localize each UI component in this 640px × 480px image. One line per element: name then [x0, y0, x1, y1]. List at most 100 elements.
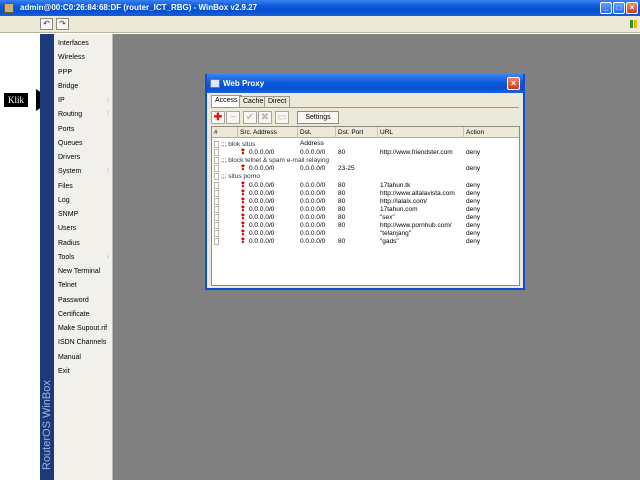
sidebar-item-label: New Terminal: [58, 268, 101, 275]
sidebar-item-routing[interactable]: Routing ⁝: [54, 108, 113, 122]
sidebar-item-radius[interactable]: Radius: [54, 237, 113, 251]
klik-annotation: Klik: [4, 93, 29, 107]
row-checkbox[interactable]: [214, 197, 219, 205]
sidebar-item-make-supout-rif[interactable]: Make Supout.rif: [54, 322, 113, 336]
web-proxy-title-bar[interactable]: Web Proxy ×: [207, 74, 523, 93]
cell-dst-port: 80: [338, 238, 346, 246]
enable-icon[interactable]: ✔: [243, 111, 257, 124]
sidebar-item-bridge[interactable]: Bridge: [54, 80, 113, 94]
row-checkbox[interactable]: [214, 238, 219, 246]
col-url[interactable]: URL: [378, 127, 464, 138]
sidebar-item-label: Manual: [58, 353, 81, 361]
sidebar-item-label: Certificate: [58, 310, 90, 318]
sidebar-item-label: Exit: [58, 367, 70, 375]
row-checkbox[interactable]: [214, 157, 219, 165]
row-checkbox[interactable]: [214, 181, 219, 189]
close-icon[interactable]: ×: [507, 77, 520, 90]
tab-direct[interactable]: Direct: [264, 96, 291, 107]
row-checkbox[interactable]: [214, 141, 219, 148]
minimize-button[interactable]: _: [600, 2, 612, 14]
col-dst-address[interactable]: Dst. Address: [298, 127, 336, 147]
remove-icon[interactable]: −: [226, 111, 240, 124]
winbox-app-icon: [4, 3, 14, 13]
sidebar-item-interfaces[interactable]: Interfaces: [54, 37, 113, 51]
sidebar-item-wireless[interactable]: Wireless: [54, 51, 113, 65]
sidebar-item-label: Queues: [58, 139, 83, 147]
main-toolbar: ↶ ↷: [0, 16, 640, 33]
cell-action: deny: [466, 238, 481, 246]
sidebar-item-drivers[interactable]: Drivers: [54, 151, 113, 165]
sidebar-item-label: Drivers: [58, 154, 81, 161]
sidebar-item-tools[interactable]: Tools ⁝: [54, 251, 113, 265]
sidebar-item-queues[interactable]: Queues: [54, 137, 113, 151]
sidebar-item-certificate[interactable]: Certificate: [54, 308, 113, 322]
sidebar-item-label: Radius: [58, 239, 80, 247]
sidebar-item-log[interactable]: Log: [54, 194, 113, 208]
submenu-arrow-icon: ⁝: [106, 253, 109, 261]
disable-icon[interactable]: ✖: [258, 111, 272, 124]
sidebar-item-ip[interactable]: IP ⁝: [54, 94, 113, 108]
sidebar-item-ports[interactable]: Ports: [54, 123, 113, 137]
row-checkbox[interactable]: [214, 165, 219, 173]
connection-status-icon: [629, 20, 637, 30]
row-checkbox[interactable]: [214, 213, 219, 221]
undo-icon[interactable]: ↶: [40, 18, 53, 30]
sidebar-item-isdn-channels[interactable]: ISDN Channels: [54, 336, 113, 350]
web-proxy-title: Web Proxy: [223, 79, 265, 88]
access-rules-table: # Src. Address Dst. Address Dst. Port UR…: [211, 126, 520, 286]
col-action[interactable]: Action: [464, 127, 519, 138]
sidebar-item-label: IP: [58, 97, 65, 104]
col-dst-port[interactable]: Dst. Port: [336, 127, 378, 138]
redo-icon[interactable]: ↷: [56, 18, 69, 30]
add-icon[interactable]: ✚: [211, 111, 225, 124]
brand-label: RouterOS WinBox: [41, 380, 53, 470]
sidebar-item-system[interactable]: System ⁝: [54, 165, 113, 179]
table-row[interactable]: ❢ 0.0.0.0/0 0.0.0.0/0 80 "gads" deny: [212, 237, 519, 246]
sidebar-item-label: Interfaces: [58, 40, 89, 47]
sidebar-item-ppp[interactable]: PPP: [54, 66, 113, 80]
tab-cache[interactable]: Cache: [239, 96, 268, 107]
sidebar-item-label: Tools: [58, 253, 75, 261]
window-icon: [210, 79, 220, 88]
tab-divider: [211, 107, 519, 108]
row-checkbox[interactable]: [214, 189, 219, 197]
cell-url: "gads": [380, 238, 399, 246]
row-checkbox[interactable]: [214, 230, 219, 238]
web-proxy-window: Web Proxy × Access Cache Direct ✚ − ✔ ✖ …: [205, 74, 525, 290]
sidebar-item-users[interactable]: Users: [54, 222, 113, 236]
sidebar-item-label: Password: [58, 296, 89, 304]
sidebar-item-label: Wireless: [58, 54, 85, 62]
cell-src-address: 0.0.0.0/0: [249, 238, 275, 246]
maximize-button[interactable]: □: [613, 2, 625, 14]
sidebar-item-label: Ports: [58, 125, 75, 133]
settings-button[interactable]: Settings: [297, 111, 339, 124]
sidebar-item-exit[interactable]: Exit: [54, 365, 113, 379]
row-checkbox[interactable]: [214, 205, 219, 213]
sidebar-item-label: PPP: [58, 68, 73, 76]
sidebar-item-label: ISDN Channels: [58, 339, 107, 347]
sidebar-item-label: Telnet: [58, 282, 77, 290]
row-checkbox[interactable]: [214, 149, 219, 157]
rule-marker-icon: ❢: [240, 238, 246, 246]
comment-icon[interactable]: ▭: [275, 111, 289, 124]
sidebar-menu: Interfaces Wireless PPP Bridge IP ⁝ Routing ⁝ Po…: [54, 34, 113, 480]
sidebar-item-password[interactable]: Password: [54, 294, 113, 308]
window-title-bar[interactable]: admin@00:C0:26:84:68:DF (router_ICT_RBG)…: [0, 0, 640, 16]
table-header: # Src. Address Dst. Address Dst. Port UR…: [212, 127, 519, 147]
tab-access[interactable]: Access: [211, 95, 242, 107]
col-number[interactable]: #: [212, 127, 238, 138]
sidebar-item-files[interactable]: Files: [54, 180, 113, 194]
sidebar-item-telnet[interactable]: Telnet: [54, 279, 113, 293]
submenu-arrow-icon: ⁝: [106, 111, 109, 119]
window-title: admin@00:C0:26:84:68:DF (router_ICT_RBG)…: [20, 3, 258, 12]
sidebar-item-label: Users: [58, 225, 77, 233]
row-checkbox[interactable]: [214, 173, 219, 181]
sidebar-item-label: Bridge: [58, 82, 79, 90]
sidebar-item-new-terminal[interactable]: New Terminal: [54, 265, 113, 279]
close-window-button[interactable]: ×: [626, 2, 638, 14]
sidebar-item-manual[interactable]: Manual: [54, 351, 113, 365]
row-checkbox[interactable]: [214, 222, 219, 229]
col-src-address[interactable]: Src. Address: [238, 127, 298, 138]
sidebar-item-snmp[interactable]: SNMP: [54, 208, 113, 222]
submenu-arrow-icon: ⁝: [106, 168, 109, 176]
